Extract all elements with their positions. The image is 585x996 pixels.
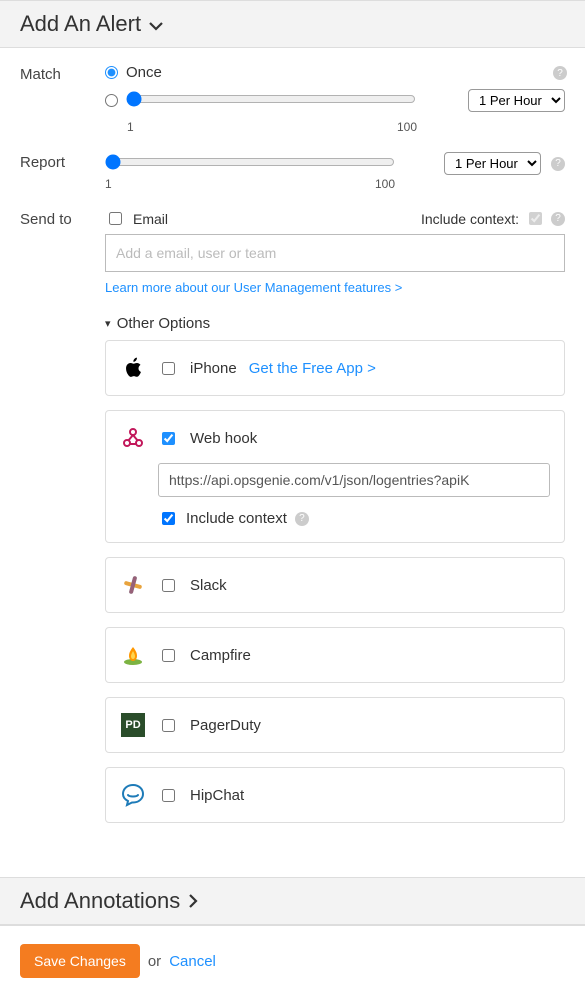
or-text: or <box>148 953 161 970</box>
include-context-label: Include context: <box>421 211 519 227</box>
pagerduty-option: PD PagerDuty <box>105 697 565 753</box>
slack-option: Slack <box>105 557 565 613</box>
help-icon[interactable]: ? <box>551 212 565 226</box>
match-rate-select[interactable]: 1 Per Hour <box>468 89 565 112</box>
match-slider-max: 100 <box>397 120 417 134</box>
hipchat-option: HipChat <box>105 767 565 823</box>
match-slider[interactable] <box>126 91 416 107</box>
slack-icon <box>120 572 146 598</box>
hipchat-icon <box>120 782 146 808</box>
help-icon[interactable]: ? <box>551 157 565 171</box>
report-slider-max: 100 <box>375 177 395 191</box>
campfire-label: Campfire <box>190 647 251 664</box>
webhook-option: Web hook Include context ? <box>105 410 565 543</box>
report-slider[interactable] <box>105 154 395 170</box>
campfire-option: Campfire <box>105 627 565 683</box>
chevron-down-icon <box>149 11 163 37</box>
webhook-context-label: Include context <box>186 510 287 527</box>
pagerduty-label: PagerDuty <box>190 717 261 734</box>
match-row: Match ? Once 1 Per Hour 1 100 <box>20 64 565 134</box>
annotations-section-header[interactable]: Add Annotations <box>0 877 585 925</box>
footer: Save Changes or Cancel <box>0 925 585 996</box>
campfire-icon <box>120 642 146 668</box>
match-multi-radio[interactable] <box>105 94 118 107</box>
pagerduty-checkbox[interactable] <box>162 719 175 732</box>
webhook-checkbox[interactable] <box>162 432 175 445</box>
match-once-radio[interactable] <box>105 66 118 79</box>
help-icon[interactable]: ? <box>295 512 309 526</box>
sendto-label: Send to <box>20 209 105 228</box>
match-slider-min: 1 <box>127 120 134 134</box>
report-slider-min: 1 <box>105 177 112 191</box>
match-label: Match <box>20 64 105 83</box>
iphone-option: iPhone Get the Free App > <box>105 340 565 396</box>
iphone-app-link[interactable]: Get the Free App > <box>249 360 376 377</box>
hipchat-checkbox[interactable] <box>162 789 175 802</box>
alert-panel-body: Match ? Once 1 Per Hour 1 100 <box>0 48 585 877</box>
webhook-icon <box>120 425 146 451</box>
save-button[interactable]: Save Changes <box>20 944 140 978</box>
webhook-url-input[interactable] <box>158 463 550 497</box>
webhook-label: Web hook <box>190 430 257 447</box>
slack-label: Slack <box>190 577 227 594</box>
sendto-row: Send to Email Include context: ? Learn m… <box>20 209 565 837</box>
report-rate-select[interactable]: 1 Per Hour <box>444 152 541 175</box>
slack-checkbox[interactable] <box>162 579 175 592</box>
other-options-toggle[interactable]: Other Options <box>105 315 565 332</box>
apple-icon <box>120 355 146 381</box>
annotations-section-title: Add Annotations <box>20 888 180 914</box>
chevron-right-icon <box>188 888 198 914</box>
cancel-link[interactable]: Cancel <box>169 953 216 970</box>
iphone-label: iPhone <box>190 360 237 377</box>
learn-more-link[interactable]: Learn more about our User Management fea… <box>105 280 402 295</box>
pagerduty-icon: PD <box>120 712 146 738</box>
email-input[interactable] <box>105 234 565 272</box>
campfire-checkbox[interactable] <box>162 649 175 662</box>
email-checkbox[interactable] <box>109 212 122 225</box>
iphone-checkbox[interactable] <box>162 362 175 375</box>
email-option-label: Email <box>133 211 168 227</box>
alert-section-title: Add An Alert <box>20 11 141 37</box>
hipchat-label: HipChat <box>190 787 244 804</box>
alert-section-header[interactable]: Add An Alert <box>0 0 585 48</box>
report-row: Report 1 Per Hour ? 1 100 <box>20 152 565 191</box>
webhook-context-checkbox[interactable] <box>162 512 175 525</box>
help-icon[interactable]: ? <box>553 66 567 80</box>
match-once-label: Once <box>126 64 162 81</box>
report-label: Report <box>20 152 105 171</box>
include-context-checkbox[interactable] <box>529 212 542 225</box>
